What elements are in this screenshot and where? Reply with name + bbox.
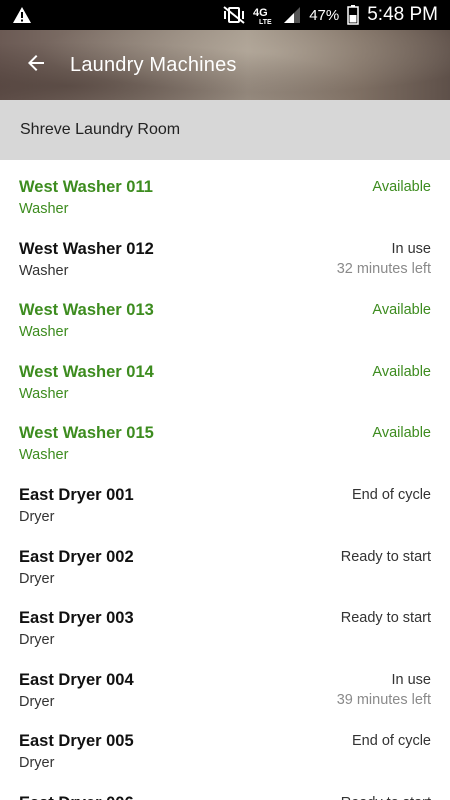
machine-name: East Dryer 002 [19,547,134,566]
machine-status-block: Ready to start [341,591,431,653]
machine-info: East Dryer 006Dryer [19,776,134,800]
machine-status-block: Available [372,345,431,407]
vibrate-mute-icon [223,6,245,24]
svg-text:LTE: LTE [259,19,272,25]
machine-row[interactable]: West Washer 011 Washer Available [0,160,450,222]
machine-status: End of cycle [352,733,431,750]
machine-status: Ready to start [340,548,431,565]
location-name: Shreve Laundry Room [20,121,181,138]
arrow-left-icon [24,51,48,80]
machine-type: Washer [19,262,69,279]
machine-row[interactable]: West Washer 014 Washer Available [0,345,450,407]
machine-status: In use [391,240,432,257]
machine-row[interactable]: East Dryer 006Dryer Ready to start [0,776,450,800]
machine-status-block: Ready to start [341,776,431,800]
machine-name: East Dryer 001 [19,485,134,504]
machine-info: West Washer 011 Washer [19,160,153,222]
machine-row[interactable]: East Dryer 005 Dryer End of cycle [0,714,450,776]
machine-status: Available [372,425,431,442]
machine-name: West Washer 013 [19,301,154,320]
machine-name: West Washer 014 [19,362,154,381]
machine-row[interactable]: West Washer 015 Washer Available [0,406,450,468]
svg-text:4G: 4G [253,7,268,19]
machine-status-block: Available [372,160,431,222]
machine-status-block: End of cycle [352,714,431,776]
machine-info: West Washer 014 Washer [19,345,154,407]
machine-info: East Dryer 003 Dryer [19,591,134,653]
machine-info: East Dryer 002 Dryer [19,530,134,592]
status-left [12,6,32,24]
machine-status-block: In use 39 minutes left [337,653,431,715]
machine-info: East Dryer 004 Dryer [19,653,134,715]
machine-type: Washer [19,447,69,464]
machine-type: Dryer [19,508,55,525]
machine-name: West Washer 015 [19,424,154,443]
machine-status: Available [372,363,431,380]
machine-info: West Washer 013 Washer [19,283,154,345]
app-bar: Laundry Machines [0,30,450,100]
signal-strength-icon [283,6,301,24]
battery-icon [347,5,359,25]
machine-info: West Washer 012 Washer [19,222,154,284]
machine-time-remaining: 32 minutes left [336,260,431,277]
machine-status: Available [372,179,431,195]
location-header: Shreve Laundry Room [0,100,450,160]
machine-status: Ready to start [341,793,431,800]
machine-list: West Washer 011 Washer Available West Washe… [0,160,450,800]
machine-info: West Washer 015 Washer [19,406,154,468]
page-title: Laundry Machines [70,53,237,76]
machine-row[interactable]: East Dryer 001 Dryer End of cycle [0,468,450,530]
machine-type: Dryer [19,632,55,649]
machine-type: Dryer [19,755,55,772]
status-right: 4G LTE 47% 5:48 PM [223,4,438,26]
machine-info: East Dryer 005 Dryer [19,714,134,776]
network-type-icon: 4G LTE [253,5,275,25]
machine-info: East Dryer 001 Dryer [19,468,134,530]
machine-status-block: In use 32 minutes left [337,222,431,284]
machine-row[interactable]: West Washer 013 Washer Available [0,283,450,345]
machine-name: West Washer 011 [19,178,153,196]
machine-type: Washer [19,324,69,341]
machine-name: West Washer 012 [19,239,154,258]
machine-row[interactable]: West Washer 012 Washer In use 32 minutes le… [0,222,450,284]
machine-name: East Dryer 005 [19,732,134,751]
machine-status: End of cycle [352,486,431,503]
warning-icon [12,6,32,24]
machine-name: East Dryer 004 [19,670,134,689]
machine-row[interactable]: East Dryer 004 Dryer In use 39 minutes left [0,653,450,715]
machine-name: East Dryer 006 [19,793,134,800]
machine-row[interactable]: East Dryer 002 Dryer Ready to start [0,530,450,592]
back-button[interactable] [8,37,64,93]
machine-status: In use [391,671,432,688]
machine-name: East Dryer 003 [19,609,134,628]
machine-time-remaining: 39 minutes left [336,691,431,708]
machine-status: Available [372,302,431,319]
machine-status-block: Available [372,283,431,345]
machine-row[interactable]: East Dryer 003 Dryer Ready to start [0,591,450,653]
machine-status-block: End of cycle [352,468,431,530]
machine-type: Washer [19,201,69,217]
battery-percentage: 47% [309,6,340,24]
machine-type: Washer [19,385,69,402]
status-time: 5:48 PM [367,4,438,25]
machine-type: Dryer [19,570,55,587]
machine-status-block: Available [372,406,431,468]
status-bar: 4G LTE 47% 5:48 PM [0,0,450,30]
machine-type: Dryer [19,693,55,710]
machine-status-block: Ready to start [341,530,431,592]
machine-status: Ready to start [340,610,431,627]
